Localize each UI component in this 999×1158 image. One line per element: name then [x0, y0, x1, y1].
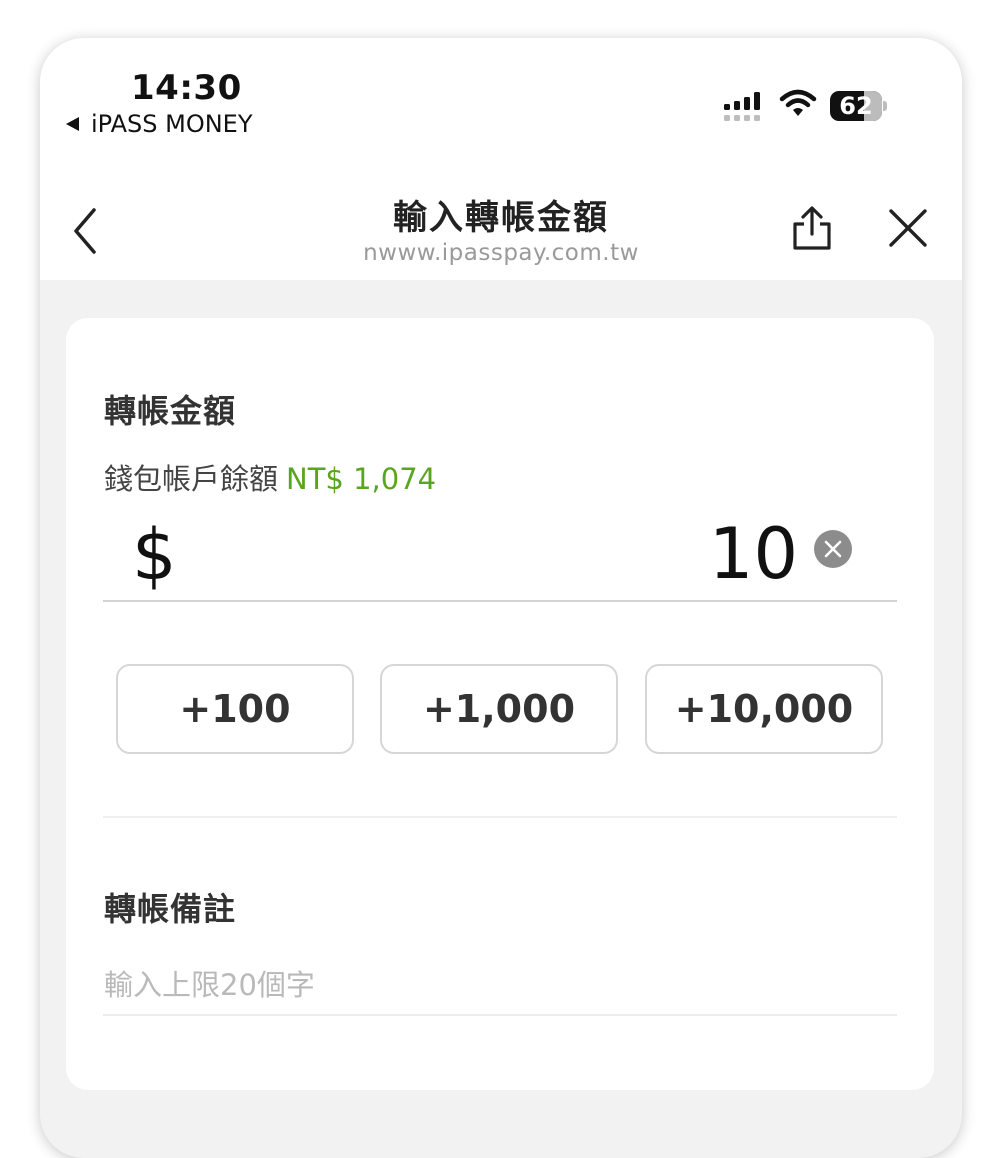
- share-icon[interactable]: [788, 204, 836, 252]
- back-app-label: iPASS MONEY: [91, 110, 253, 138]
- quick-add-1000-button[interactable]: +1,000: [380, 664, 618, 754]
- status-time: 14:30: [131, 68, 242, 108]
- note-input[interactable]: [104, 962, 896, 1008]
- battery-icon: 62: [830, 91, 887, 121]
- amount-section-title: 轉帳金額: [104, 392, 237, 430]
- balance-value: NT$ 1,074: [286, 462, 437, 496]
- balance-label: 錢包帳戶餘額: [104, 462, 279, 496]
- back-to-app-link[interactable]: iPASS MONEY: [66, 110, 253, 138]
- amount-input[interactable]: [246, 514, 798, 594]
- phone-screen: 14:30 iPASS MONEY 62 輸入轉帳金額 nwww.ipasspa…: [40, 38, 962, 1158]
- amount-underline: [103, 600, 897, 602]
- back-triangle-icon: [66, 117, 79, 131]
- wifi-icon: [779, 89, 817, 116]
- header-area: 14:30 iPASS MONEY 62 輸入轉帳金額 nwww.ipasspa…: [40, 38, 962, 280]
- close-icon[interactable]: [886, 206, 930, 250]
- transfer-form-card: 轉帳金額 錢包帳戶餘額NT$ 1,074 $ +100 +1,000 +10,0…: [66, 318, 934, 1090]
- clear-x-icon: [824, 540, 842, 558]
- battery-level: 62: [839, 92, 873, 120]
- quick-add-100-button[interactable]: +100: [116, 664, 354, 754]
- quick-add-10000-button[interactable]: +10,000: [645, 664, 883, 754]
- note-underline: [103, 1014, 897, 1016]
- cellular-signal-icon: [724, 92, 760, 121]
- section-divider: [103, 816, 897, 818]
- currency-symbol: $: [132, 514, 177, 596]
- note-section-title: 轉帳備註: [104, 890, 237, 928]
- clear-amount-button[interactable]: [814, 530, 852, 568]
- wallet-balance: 錢包帳戶餘額 NT$ 1,074: [104, 456, 436, 498]
